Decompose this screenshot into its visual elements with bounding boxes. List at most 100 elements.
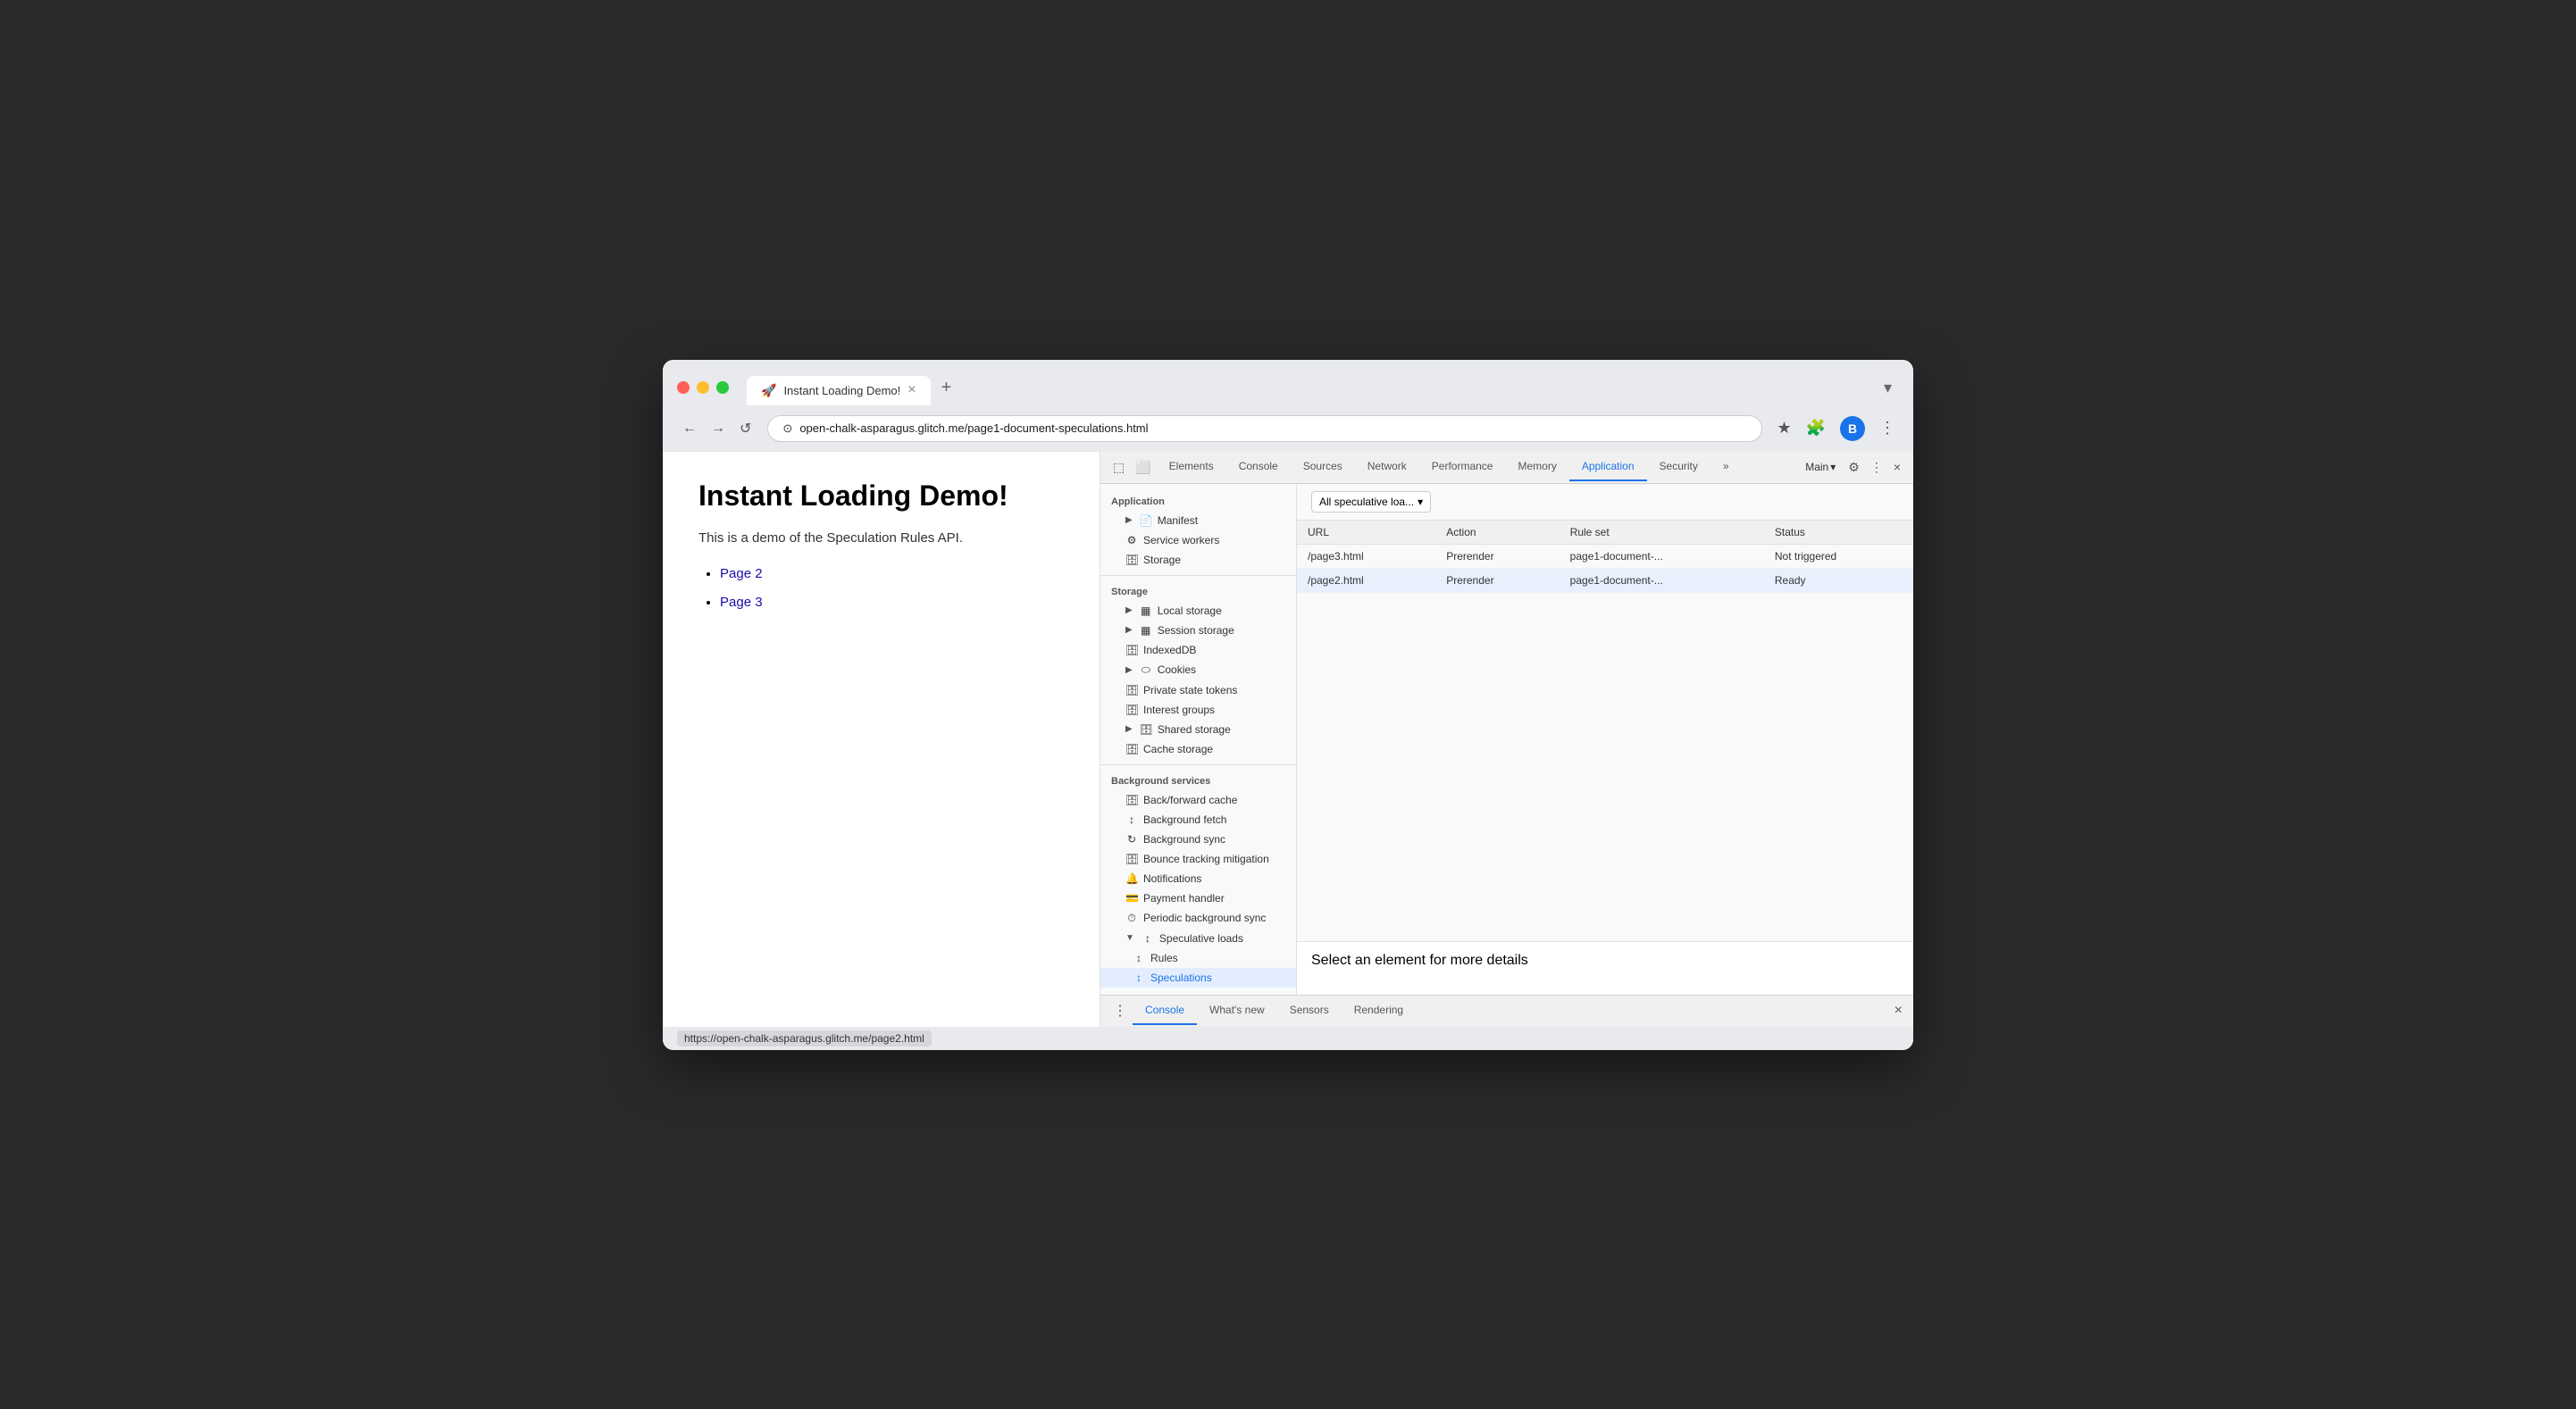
page-links: Page 2 Page 3 [698, 560, 1064, 617]
private-state-icon: 🗄 [1125, 684, 1138, 696]
sidebar-item-session-storage[interactable]: ▶ ▦ Session storage [1100, 621, 1296, 640]
page3-link[interactable]: Page 3 [720, 595, 763, 610]
background-fetch-icon: ↕ [1125, 813, 1138, 826]
sidebar-item-back-forward-cache[interactable]: 🗄 Back/forward cache [1100, 790, 1296, 810]
bottom-tab-console[interactable]: Console [1133, 996, 1197, 1025]
refresh-button[interactable]: ↺ [734, 416, 757, 441]
bottom-menu-icon[interactable]: ⋮ [1108, 998, 1133, 1023]
dropdown-arrow: ▾ [1418, 496, 1423, 508]
background-fetch-label: Background fetch [1143, 813, 1226, 826]
local-storage-icon: ▦ [1140, 604, 1152, 617]
cache-storage-label: Cache storage [1143, 743, 1213, 755]
details-text: Select an element for more details [1311, 953, 1528, 968]
tab-overflow-button[interactable]: ▾ [1877, 371, 1899, 404]
table-row[interactable]: /page3.html Prerender page1-document-...… [1297, 544, 1913, 568]
address-text: open-chalk-asparagus.glitch.me/page1-doc… [799, 421, 1747, 435]
speculative-loads-label: Speculative loads [1159, 932, 1243, 945]
bookmark-icon[interactable]: ★ [1773, 415, 1794, 441]
column-header-status: Status [1764, 521, 1913, 545]
tab-memory[interactable]: Memory [1505, 453, 1568, 481]
sidebar-item-bounce-tracking[interactable]: 🗄 Bounce tracking mitigation [1100, 849, 1296, 869]
tab-console[interactable]: Console [1226, 453, 1291, 481]
sidebar-item-background-fetch[interactable]: ↕ Background fetch [1100, 810, 1296, 830]
bg-services-section-title: Background services [1100, 771, 1296, 790]
extensions-icon[interactable]: 🧩 [1802, 415, 1829, 441]
tab-performance[interactable]: Performance [1419, 453, 1506, 481]
context-dropdown[interactable]: Main ▾ [1805, 461, 1836, 473]
bounce-tracking-icon: 🗄 [1125, 853, 1138, 865]
more-menu-icon[interactable]: ⋮ [1876, 415, 1899, 441]
speculation-dropdown[interactable]: All speculative loa... ▾ [1311, 491, 1431, 513]
close-button[interactable] [677, 381, 690, 394]
column-header-action: Action [1435, 521, 1559, 545]
sidebar-item-rules[interactable]: ↕ Rules [1100, 948, 1296, 968]
interest-groups-icon: 🗄 [1125, 704, 1138, 716]
page2-link[interactable]: Page 2 [720, 566, 763, 581]
settings-button[interactable]: ⚙ [1843, 456, 1865, 479]
periodic-bg-sync-label: Periodic background sync [1143, 912, 1266, 924]
sidebar-item-cookies[interactable]: ▶ ⬭ Cookies [1100, 660, 1296, 680]
tab-application[interactable]: Application [1569, 453, 1647, 481]
sidebar-item-private-state[interactable]: 🗄 Private state tokens [1100, 680, 1296, 700]
sidebar-item-speculative-loads[interactable]: ▼ ↕ Speculative loads [1100, 929, 1296, 948]
cell-action-1: Prerender [1435, 544, 1559, 568]
expand-arrow-session: ▶ [1125, 625, 1133, 635]
tab-network[interactable]: Network [1355, 453, 1419, 481]
local-storage-label: Local storage [1158, 604, 1222, 617]
service-workers-icon: ⚙ [1125, 534, 1138, 546]
sidebar-item-storage-top[interactable]: 🗄 Storage [1100, 550, 1296, 570]
tab-security[interactable]: Security [1647, 453, 1710, 481]
page-title: Instant Loading Demo! [698, 479, 1064, 513]
maximize-button[interactable] [716, 381, 729, 394]
minimize-button[interactable] [697, 381, 709, 394]
background-sync-icon: ↻ [1125, 833, 1138, 846]
sidebar-item-payment-handler[interactable]: 💳 Payment handler [1100, 888, 1296, 908]
speculation-table: URL Action Rule set Status /page3.html P… [1297, 521, 1913, 593]
new-tab-button[interactable]: + [931, 371, 963, 405]
sidebar-item-manifest[interactable]: ▶ 📄 Manifest [1100, 511, 1296, 530]
toolbar-icons: ★ 🧩 B ⋮ [1773, 413, 1899, 445]
bottom-tab-sensors[interactable]: Sensors [1277, 996, 1342, 1025]
sidebar-item-notifications[interactable]: 🔔 Notifications [1100, 869, 1296, 888]
avatar[interactable]: B [1840, 416, 1865, 441]
browser-tab[interactable]: 🚀 Instant Loading Demo! × [747, 376, 931, 405]
interest-groups-label: Interest groups [1143, 704, 1215, 716]
device-mode-button[interactable]: ⬜ [1130, 456, 1156, 479]
address-input[interactable]: ⊙ open-chalk-asparagus.glitch.me/page1-d… [767, 415, 1762, 442]
table-header-row: URL Action Rule set Status [1297, 521, 1913, 545]
sidebar-item-background-sync[interactable]: ↻ Background sync [1100, 830, 1296, 849]
bounce-tracking-label: Bounce tracking mitigation [1143, 853, 1269, 865]
sidebar-item-service-workers[interactable]: ⚙ Service workers [1100, 530, 1296, 550]
sidebar-item-indexeddb[interactable]: 🗄 IndexedDB [1100, 640, 1296, 660]
status-url: https://open-chalk-asparagus.glitch.me/p… [677, 1030, 932, 1046]
status-bar: https://open-chalk-asparagus.glitch.me/p… [663, 1027, 1913, 1050]
devtools-more-button[interactable]: ⋮ [1865, 456, 1888, 479]
security-icon: ⊙ [782, 421, 792, 436]
sidebar-item-cache-storage[interactable]: 🗄 Cache storage [1100, 739, 1296, 759]
devtools-close-button[interactable]: × [1888, 456, 1906, 478]
expand-arrow-manifest: ▶ [1125, 515, 1133, 525]
tab-more[interactable]: » [1710, 453, 1742, 481]
address-bar: ← → ↺ ⊙ open-chalk-asparagus.glitch.me/p… [663, 405, 1913, 452]
rules-icon: ↕ [1133, 952, 1145, 964]
cell-action-2: Prerender [1435, 568, 1559, 592]
column-header-ruleset: Rule set [1560, 521, 1764, 545]
back-button[interactable]: ← [677, 416, 702, 441]
sidebar-item-periodic-bg-sync[interactable]: ⏱ Periodic background sync [1100, 908, 1296, 929]
shared-storage-label: Shared storage [1158, 723, 1231, 736]
tab-elements[interactable]: Elements [1157, 453, 1226, 481]
tab-close-button[interactable]: × [907, 383, 916, 397]
bottom-tab-rendering[interactable]: Rendering [1342, 996, 1416, 1025]
tab-sources[interactable]: Sources [1291, 453, 1355, 481]
profile-icon[interactable]: B [1836, 413, 1869, 445]
table-row[interactable]: /page2.html Prerender page1-document-...… [1297, 568, 1913, 592]
forward-button[interactable]: → [706, 416, 731, 441]
inspect-element-button[interactable]: ⬚ [1108, 456, 1130, 479]
sidebar-item-local-storage[interactable]: ▶ ▦ Local storage [1100, 601, 1296, 621]
sidebar-item-shared-storage[interactable]: ▶ 🗄 Shared storage [1100, 720, 1296, 739]
notifications-icon: 🔔 [1125, 872, 1138, 885]
sidebar-item-interest-groups[interactable]: 🗄 Interest groups [1100, 700, 1296, 720]
sidebar-item-speculations[interactable]: ↕ Speculations [1100, 968, 1296, 988]
bottom-close-button[interactable]: × [1891, 999, 1906, 1022]
bottom-tab-whatsnew[interactable]: What's new [1197, 996, 1277, 1025]
